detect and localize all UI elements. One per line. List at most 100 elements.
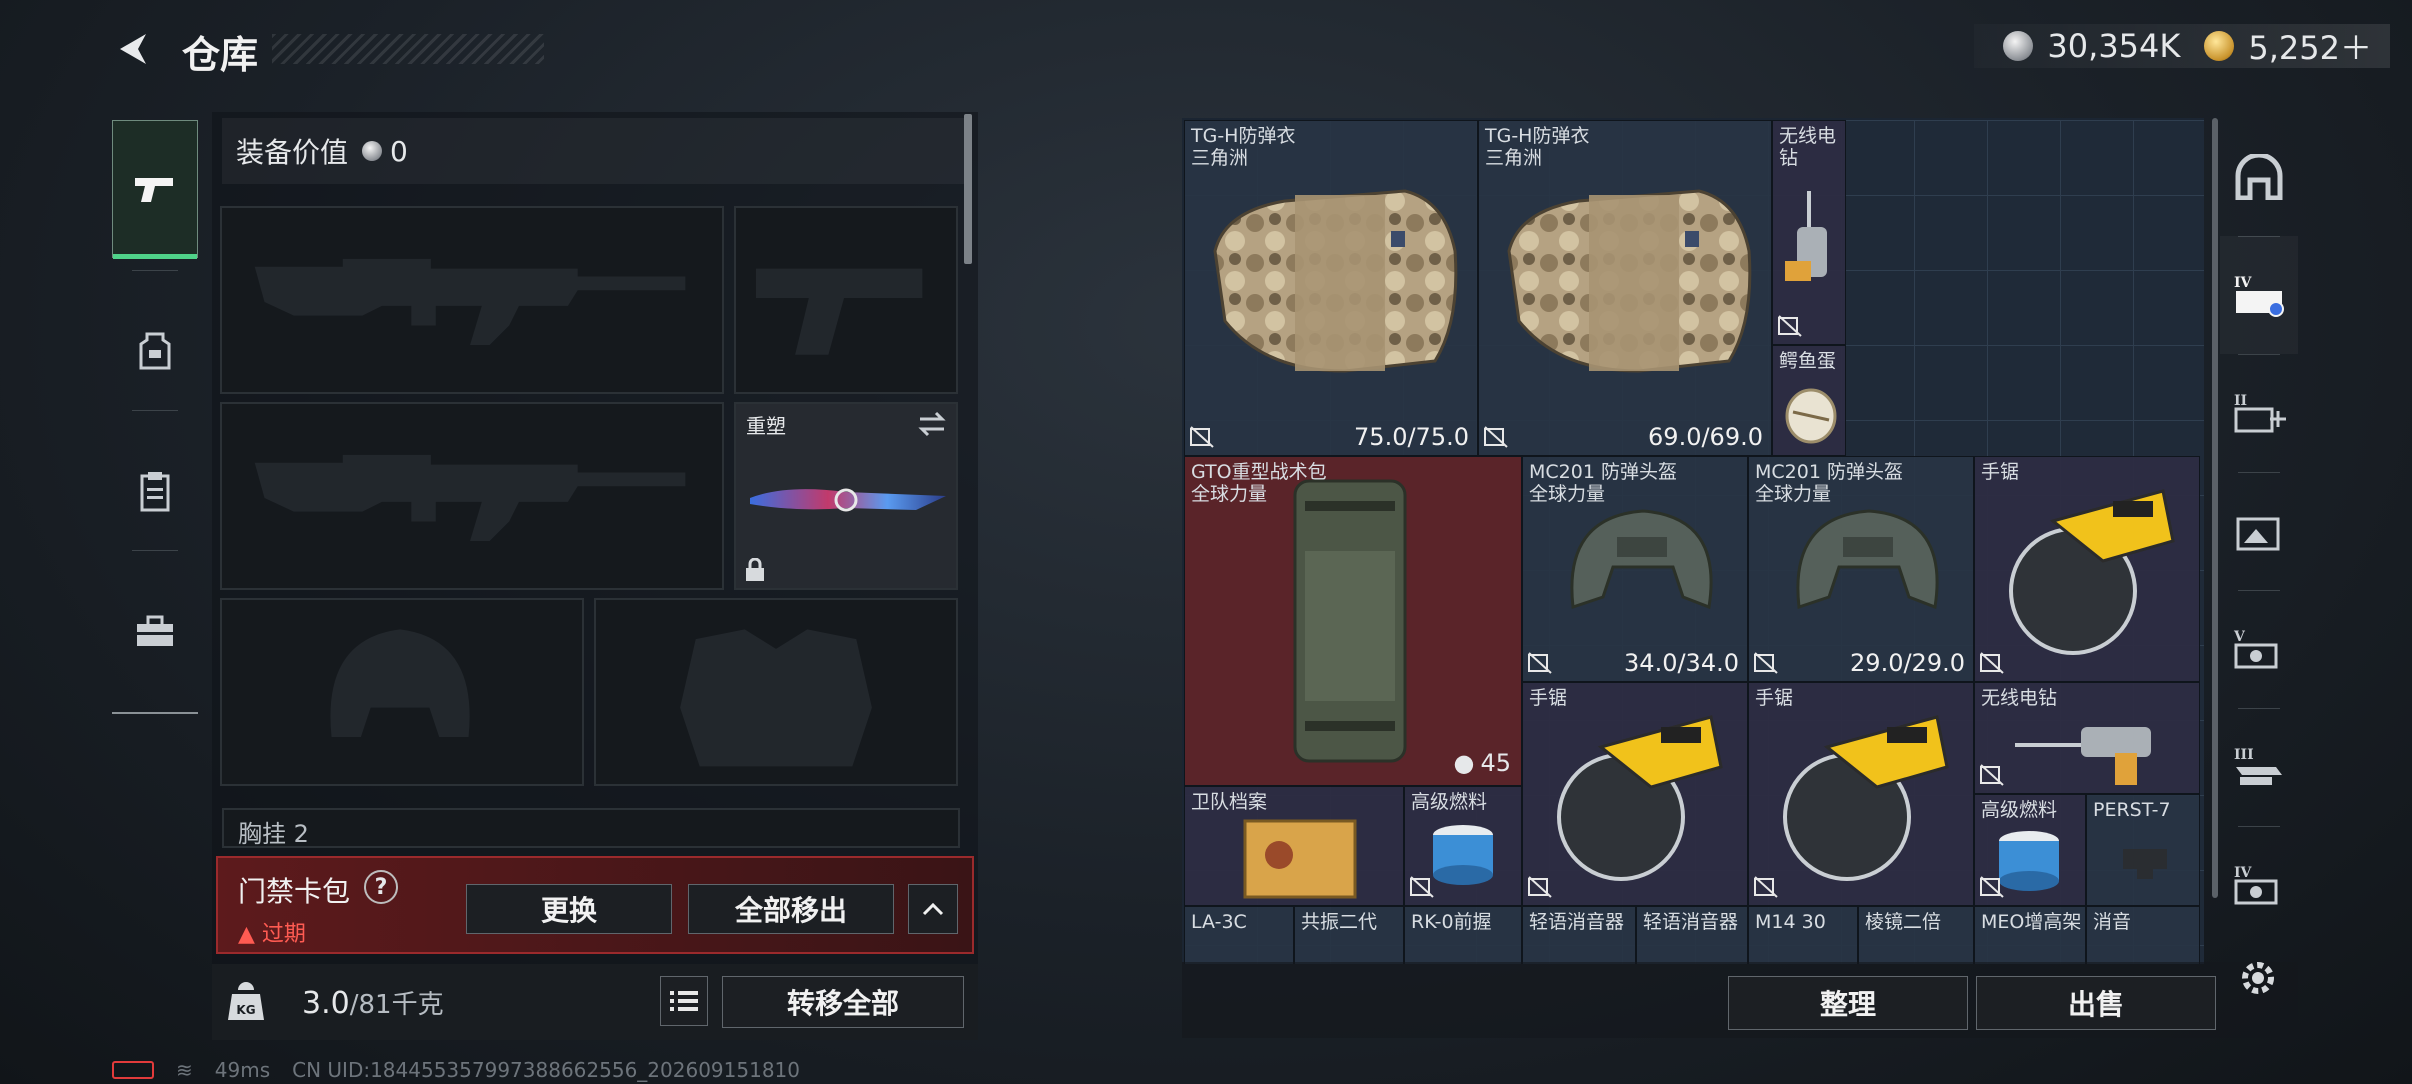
stash-item-saw-3[interactable]: 手锯 xyxy=(1748,682,1974,906)
stash-item-fuel-1[interactable]: 高级燃料 xyxy=(1404,786,1522,906)
sell-button[interactable]: 出售 xyxy=(1976,976,2216,1030)
body-armor-slot[interactable] xyxy=(594,598,958,786)
equipment-value: 装备价值 0 xyxy=(222,118,970,184)
stash-item-drill-2[interactable]: 无线电钻 xyxy=(1974,682,2200,794)
access-card-status-text: 过期 xyxy=(261,922,306,947)
melee-slot[interactable]: 重塑 xyxy=(734,402,958,590)
swap-icon[interactable] xyxy=(916,410,948,438)
stash-tab-v[interactable]: V xyxy=(2220,590,2298,708)
nav-divider xyxy=(132,550,178,551)
item-name: TG-H防弹衣 三角洲 xyxy=(1191,125,1296,169)
stash-item-perst-7[interactable]: PERST-7 xyxy=(2086,794,2200,906)
svg-text:IV: IV xyxy=(2234,865,2253,881)
circular-saw-item-icon xyxy=(1783,715,1949,881)
item-durability: 75.0/75.0 xyxy=(1354,423,1469,451)
toolbox-icon xyxy=(137,615,173,646)
stash-item-suppressor-1[interactable]: 轻语消音器 xyxy=(1522,906,1636,964)
replace-button[interactable]: 更换 xyxy=(466,884,672,934)
warning-icon: ▲ xyxy=(238,922,262,947)
stash-item-croc-egg[interactable]: 鳄鱼蛋 xyxy=(1772,345,1846,456)
nav-weapons[interactable] xyxy=(112,120,198,259)
stash-item-suppressor-2[interactable]: 轻语消音器 xyxy=(1636,906,1748,964)
no-sell-icon xyxy=(1778,315,1802,337)
nav-case[interactable] xyxy=(112,562,198,700)
clipboard-icon xyxy=(140,472,170,512)
lock-icon xyxy=(746,558,764,581)
back-arrow-icon xyxy=(120,34,146,64)
stash-iv-b-icon: IV xyxy=(2234,865,2278,905)
body-armor-item-icon xyxy=(1507,189,1752,373)
item-name: 轻语消音器 xyxy=(1643,911,1739,933)
item-name: MEO增高架 xyxy=(1981,911,2082,933)
currency-secondary[interactable]: 5,252＋ xyxy=(2248,23,2372,69)
equipment-value-label: 装备价值 xyxy=(236,136,349,169)
stash-tab-iv[interactable]: IV xyxy=(2220,236,2298,354)
stash-tab-nav: IV II V III IV xyxy=(2220,118,2298,958)
move-all-out-button[interactable]: 全部移出 xyxy=(688,884,894,934)
item-count-value: 45 xyxy=(1480,749,1511,777)
nav-rig[interactable] xyxy=(112,422,198,560)
helmet-item-icon xyxy=(1796,509,1939,610)
stash-item-gongzhen[interactable]: 共振二代 xyxy=(1294,906,1404,964)
stash-tab-iii[interactable]: III xyxy=(2220,708,2298,826)
body-armor-item-icon xyxy=(1213,189,1458,373)
stash-item-drill-1[interactable]: 无线电钻 xyxy=(1772,120,1846,345)
armor-silhouette-icon xyxy=(680,629,872,767)
stash-scrollbar[interactable] xyxy=(2212,118,2218,898)
chest-rig-row[interactable]: 胸挂 2 xyxy=(222,808,960,848)
stash-tab-ii[interactable]: II xyxy=(2220,354,2298,472)
item-name: 共振二代 xyxy=(1301,911,1378,933)
document-item-icon xyxy=(1243,819,1357,899)
rifle-silhouette-icon xyxy=(254,454,686,542)
stash-tab-iv-b[interactable]: IV xyxy=(2220,826,2298,944)
equipment-scrollbar[interactable] xyxy=(964,114,972,264)
transfer-all-button[interactable]: 转移全部 xyxy=(722,976,964,1028)
uid-readout: CN UID:18445535799738866​2556_2026091518… xyxy=(292,1058,800,1082)
page-title: 仓库 xyxy=(182,33,259,77)
item-name: LA-3C xyxy=(1191,911,1247,933)
item-name: 轻语消音器 xyxy=(1529,911,1625,933)
stash-item-saw-1[interactable]: 手锯 xyxy=(1974,456,2200,682)
list-view-button[interactable] xyxy=(660,976,708,1026)
stash-item-vest-2[interactable]: TG-H防弹衣 三角洲 69.0/69.0 xyxy=(1478,120,1772,456)
no-sell-icon xyxy=(1528,876,1552,898)
stash-item-helmet-2[interactable]: MC201 防弹头盔 全球力量 29.0/29.0 xyxy=(1748,456,1974,682)
scope-item-icon xyxy=(2123,849,2167,879)
item-durability: 34.0/34.0 xyxy=(1624,649,1739,677)
svg-text:II: II xyxy=(2234,393,2247,409)
stash-item-la3c[interactable]: LA-3C xyxy=(1184,906,1294,964)
sort-button[interactable]: 整理 xyxy=(1728,976,1968,1030)
stash-item-vest-1[interactable]: TG-H防弹衣 三角洲 75.0/75.0 xyxy=(1184,120,1478,456)
item-name: PERST-7 xyxy=(2093,799,2171,821)
stash-item-rk0[interactable]: RK-0前握 xyxy=(1404,906,1522,964)
item-name: 卫队档案 xyxy=(1191,791,1268,813)
settings-button[interactable] xyxy=(2236,956,2280,1000)
item-name: 高级燃料 xyxy=(1981,799,2058,821)
no-sell-icon xyxy=(1410,876,1434,898)
no-sell-icon xyxy=(1754,876,1778,898)
help-icon[interactable]: ? xyxy=(364,870,398,904)
weight-kg-icon: KG xyxy=(228,982,264,1020)
nav-armor[interactable] xyxy=(112,282,198,420)
primary-weapon-slot[interactable] xyxy=(220,206,724,394)
stash-item-helmet-1[interactable]: MC201 防弹头盔 全球力量 34.0/34.0 xyxy=(1522,456,1748,682)
secondary-weapon-slot[interactable] xyxy=(220,402,724,590)
nav-divider xyxy=(132,270,178,271)
collapse-button[interactable] xyxy=(908,884,958,934)
item-name: 无线电钻 xyxy=(1779,125,1837,169)
stash-item-saw-2[interactable]: 手锯 xyxy=(1522,682,1748,906)
stash-tab-all[interactable] xyxy=(2220,118,2298,236)
back-button[interactable] xyxy=(112,28,154,70)
helmet-slot[interactable] xyxy=(220,598,584,786)
stash-item-xiaoyin[interactable]: 消音 xyxy=(2086,906,2200,964)
stash-item-meo[interactable]: MEO增高架 xyxy=(1974,906,2086,964)
stash-item-guard-files[interactable]: 卫队档案 xyxy=(1184,786,1404,906)
no-sell-icon xyxy=(1528,652,1552,674)
stash-item-prism[interactable]: 棱镜二倍 xyxy=(1858,906,1974,964)
pistol-slot[interactable] xyxy=(734,206,958,394)
stash-item-m14-30[interactable]: M14 30 xyxy=(1748,906,1858,964)
stash-item-tactical-bag[interactable]: GTO重型战术包 全球力量 ● 45 xyxy=(1184,456,1522,786)
no-sell-icon xyxy=(1980,652,2004,674)
stash-item-fuel-2[interactable]: 高级燃料 xyxy=(1974,794,2086,906)
stash-tab-photo[interactable] xyxy=(2220,472,2298,590)
